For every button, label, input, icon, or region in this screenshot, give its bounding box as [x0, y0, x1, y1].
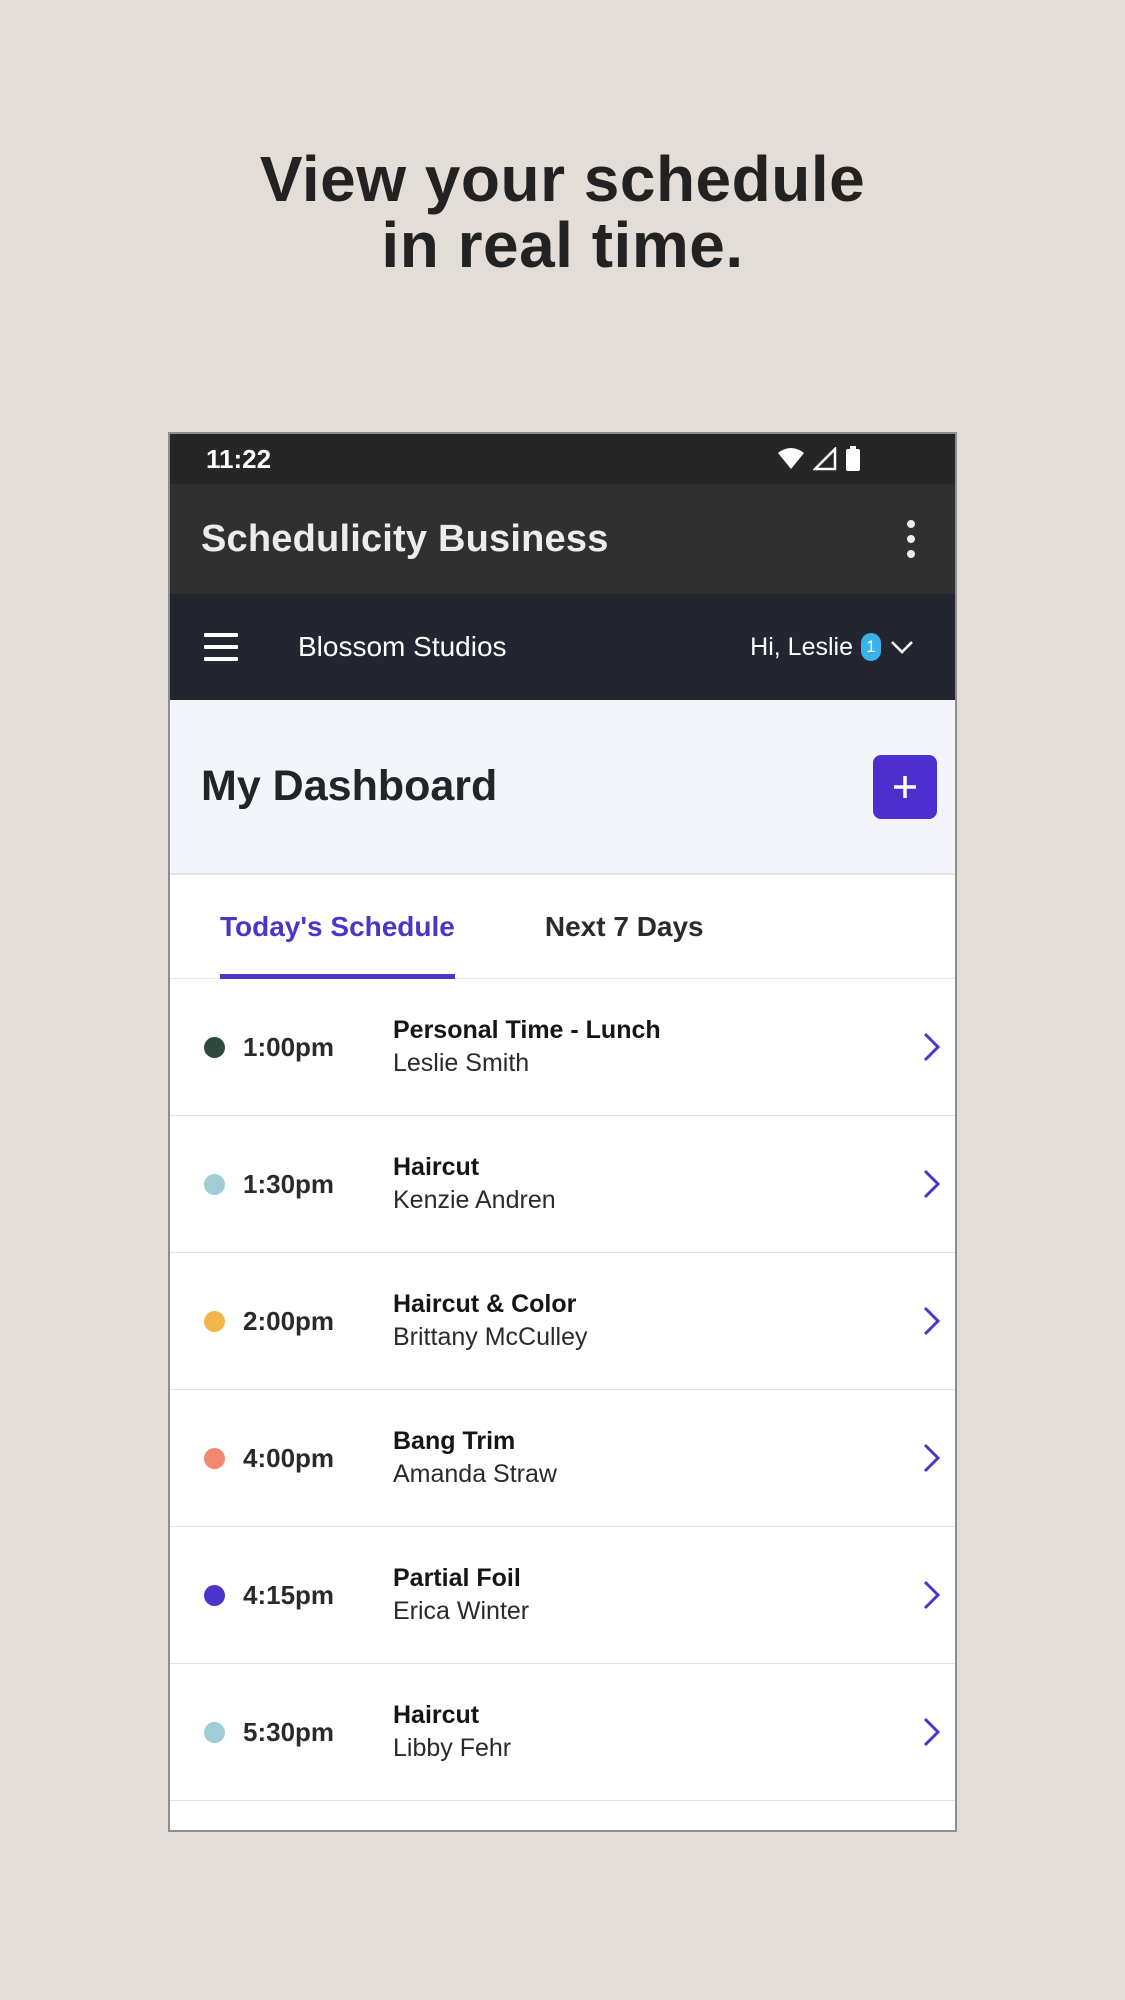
- headline-line-2: in real time.: [381, 209, 744, 281]
- status-dot: [204, 1036, 225, 1058]
- wifi-icon: [778, 448, 804, 469]
- headline-line-1: View your schedule: [259, 143, 866, 215]
- client-name: Kenzie Andren: [393, 1186, 556, 1214]
- client-name: Erica Winter: [393, 1597, 530, 1625]
- app-bar: Schedulicity Business: [170, 484, 955, 594]
- appointment-time: 2:00pm: [243, 1305, 335, 1336]
- app-title: Schedulicity Business: [201, 517, 609, 560]
- status-time: 11:22: [206, 443, 272, 474]
- chevron-right-icon: [923, 1032, 941, 1062]
- studio-name: Blossom Studios: [298, 631, 507, 662]
- status-dot: [204, 1447, 225, 1469]
- service-name: Haircut & Color: [393, 1290, 577, 1318]
- client-name: Amanda Straw: [393, 1460, 557, 1488]
- chevron-right-icon: [923, 1580, 941, 1610]
- battery-icon: [846, 446, 860, 471]
- appointment-row[interactable]: 4:00pm Bang Trim Amanda Straw: [170, 1390, 955, 1527]
- more-vert-icon[interactable]: [891, 511, 931, 567]
- client-name: Leslie Smith: [393, 1049, 530, 1077]
- appointment-row[interactable]: 5:30pm Haircut Libby Fehr: [170, 1664, 955, 1801]
- chevron-right-icon: [923, 1306, 941, 1336]
- schedule-tabs: Today's Schedule Next 7 Days: [170, 875, 955, 979]
- greeting: Hi, Leslie: [750, 632, 853, 661]
- dashboard-header: My Dashboard: [170, 700, 955, 875]
- appointment-time: 1:30pm: [243, 1168, 335, 1199]
- status-dot: [204, 1721, 225, 1743]
- status-bar: 11:22: [170, 434, 955, 484]
- service-name: Bang Trim: [393, 1427, 516, 1455]
- client-name: Brittany McCulley: [393, 1323, 588, 1351]
- headline: View your schedule in real time.: [0, 146, 1125, 278]
- page-title: My Dashboard: [201, 762, 498, 810]
- tab-todays-schedule[interactable]: Today's Schedule: [220, 875, 455, 979]
- notification-badge: 1: [861, 633, 881, 661]
- chevron-right-icon: [923, 1169, 941, 1199]
- nav-bar: Blossom Studios Hi, Leslie 1: [170, 594, 955, 700]
- tab-next-7-days[interactable]: Next 7 Days: [545, 875, 704, 979]
- hamburger-icon[interactable]: [204, 633, 238, 661]
- plus-icon: [894, 775, 916, 798]
- phone-screen: 11:22 Schedulicity Business Blossom Stud…: [168, 432, 957, 1832]
- status-dot: [204, 1584, 225, 1606]
- appointment-time: 4:00pm: [243, 1442, 335, 1473]
- chevron-right-icon: [923, 1443, 941, 1473]
- chevron-down-icon: [891, 641, 913, 654]
- status-dot: [204, 1310, 225, 1332]
- appointment-time: 5:30pm: [243, 1716, 335, 1747]
- appointment-time: 4:15pm: [243, 1579, 335, 1610]
- appointment-row[interactable]: 1:00pm Personal Time - Lunch Leslie Smith: [170, 979, 955, 1116]
- appointment-list: 1:00pm Personal Time - Lunch Leslie Smith…: [170, 979, 955, 1801]
- client-name: Libby Fehr: [393, 1734, 512, 1762]
- service-name: Haircut: [393, 1153, 480, 1181]
- add-button[interactable]: [873, 754, 937, 819]
- user-menu[interactable]: Hi, Leslie 1: [750, 633, 915, 662]
- appointment-time: 1:00pm: [243, 1031, 335, 1062]
- signal-icon: [813, 447, 837, 471]
- appointment-row[interactable]: 1:30pm Haircut Kenzie Andren: [170, 1116, 955, 1253]
- chevron-right-icon: [923, 1717, 941, 1747]
- appointment-row[interactable]: 4:15pm Partial Foil Erica Winter: [170, 1527, 955, 1664]
- service-name: Partial Foil: [393, 1564, 521, 1592]
- service-name: Haircut: [393, 1701, 480, 1729]
- status-dot: [204, 1173, 225, 1195]
- appointment-row[interactable]: 2:00pm Haircut & Color Brittany McCulley: [170, 1253, 955, 1390]
- service-name: Personal Time - Lunch: [393, 1016, 661, 1044]
- status-icons: [777, 446, 861, 472]
